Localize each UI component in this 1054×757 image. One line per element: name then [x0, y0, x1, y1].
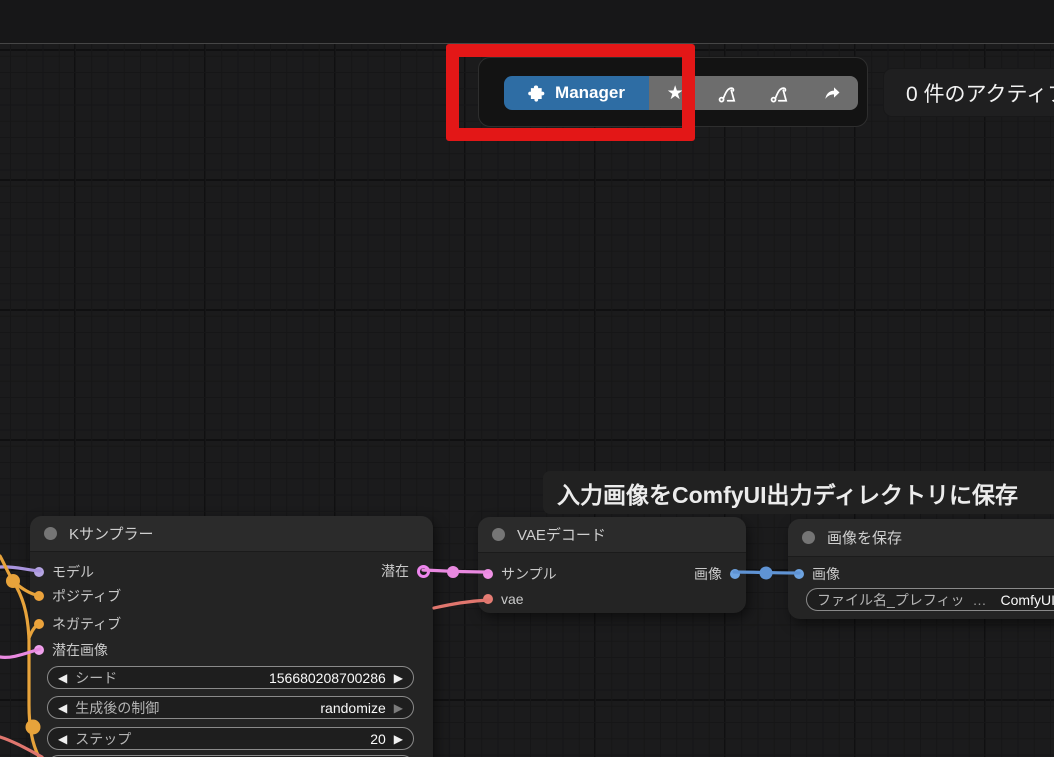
node-title: VAEデコード [517, 524, 606, 545]
tooltip-text: 入力画像をComfyUI出力ディレクトリに保存 [557, 476, 1018, 510]
top-menubar [0, 0, 1054, 44]
slot-label: 画像 [694, 564, 722, 584]
slot-label: 潜在 [381, 561, 409, 581]
widget-value: randomize [320, 700, 385, 716]
widget-value: 156680208700286 [269, 670, 386, 686]
widget-control-after-generate[interactable]: ◀ 生成後の制御 randomize ▶ [47, 696, 414, 719]
increment-arrow-icon[interactable]: ▶ [394, 733, 403, 745]
input-slot-samples[interactable]: サンプル [483, 564, 557, 584]
slot-dot[interactable] [34, 619, 44, 629]
comfyui-canvas[interactable]: Manager ★ [0, 0, 1054, 757]
toolbar-icon-group: ★ [649, 76, 858, 110]
collapse-dot-icon[interactable] [492, 528, 505, 541]
slot-dot[interactable] [483, 594, 493, 604]
decrement-arrow-icon[interactable]: ◀ [58, 702, 67, 714]
input-slot-vae[interactable]: vae [483, 591, 524, 607]
widget-value: ComfyUI [1001, 592, 1054, 608]
link-dot [6, 574, 20, 588]
manager-button[interactable]: Manager [504, 76, 649, 110]
widget-label: シード [75, 668, 117, 688]
widget-label: ファイル名_プレフィッ [817, 590, 965, 610]
widget-filename-prefix[interactable]: ファイル名_プレフィッ … ComfyUI [806, 588, 1054, 611]
slot-dot[interactable] [34, 645, 44, 655]
active-queue-label: 0 件のアクティブ [906, 78, 1054, 108]
ellipsis: … [973, 592, 987, 608]
increment-arrow-icon[interactable]: ▶ [394, 702, 403, 714]
slot-dot[interactable] [794, 569, 804, 579]
slot-label: モデル [52, 562, 94, 582]
link-dot [447, 566, 459, 578]
slot-dot[interactable] [730, 569, 740, 579]
node-vae-decode-header[interactable]: VAEデコード [478, 517, 746, 553]
manager-toolbar-panel: Manager ★ [478, 57, 868, 127]
increment-arrow-icon[interactable]: ▶ [394, 672, 403, 684]
slot-label: 潜在画像 [52, 640, 108, 660]
node-ksampler[interactable]: Kサンプラー モデル ポジティブ ネガティブ 潜在画像 潜在 ◀ シード 156… [30, 516, 433, 757]
input-slot-negative[interactable]: ネガティブ [34, 614, 121, 634]
toolbar-button-group: Manager ★ [504, 76, 858, 110]
slot-label: ポジティブ [52, 586, 121, 606]
share-icon[interactable] [819, 80, 845, 106]
widget-steps[interactable]: ◀ ステップ 20 ▶ [47, 727, 414, 750]
save-image-tooltip: 入力画像をComfyUI出力ディレクトリに保存 [543, 471, 1054, 514]
input-slot-model[interactable]: モデル [34, 562, 94, 582]
slot-dot[interactable] [417, 565, 430, 578]
input-slot-positive[interactable]: ポジティブ [34, 586, 121, 606]
output-slot-latent[interactable]: 潜在 [381, 561, 430, 581]
active-queue-badge[interactable]: 0 件のアクティブ [883, 68, 1054, 117]
decrement-arrow-icon[interactable]: ◀ [58, 672, 67, 684]
decrement-arrow-icon[interactable]: ◀ [58, 733, 67, 745]
node-save-image-header[interactable]: 画像を保存 [788, 519, 1054, 557]
slot-label: ネガティブ [52, 614, 121, 634]
collapse-dot-icon[interactable] [802, 531, 815, 544]
input-slot-latent-image[interactable]: 潜在画像 [34, 640, 108, 660]
bell-icon[interactable] [767, 80, 793, 106]
bell-icon[interactable] [714, 80, 740, 106]
node-title: 画像を保存 [827, 527, 902, 548]
node-vae-decode[interactable]: VAEデコード サンプル vae 画像 [478, 517, 746, 613]
slot-dot[interactable] [483, 569, 493, 579]
input-slot-images[interactable]: 画像 [794, 564, 840, 584]
widget-label: 生成後の制御 [75, 698, 159, 718]
widget-value: 20 [370, 731, 386, 747]
slot-dot[interactable] [34, 567, 44, 577]
collapse-dot-icon[interactable] [44, 527, 57, 540]
link-dot [760, 567, 773, 580]
slot-dot[interactable] [34, 591, 44, 601]
widget-seed[interactable]: ◀ シード 156680208700286 ▶ [47, 666, 414, 689]
node-ksampler-header[interactable]: Kサンプラー [30, 516, 433, 552]
node-save-image[interactable]: 画像を保存 画像 ファイル名_プレフィッ … ComfyUI [788, 519, 1054, 619]
puzzle-icon [528, 84, 546, 102]
manager-button-label: Manager [555, 83, 625, 103]
node-title: Kサンプラー [69, 523, 154, 544]
slot-label: 画像 [812, 564, 840, 584]
slot-label: vae [501, 591, 524, 607]
output-slot-image[interactable]: 画像 [694, 564, 740, 584]
slot-label: サンプル [501, 564, 557, 584]
widget-label: ステップ [75, 729, 131, 749]
star-icon[interactable]: ★ [662, 80, 688, 106]
